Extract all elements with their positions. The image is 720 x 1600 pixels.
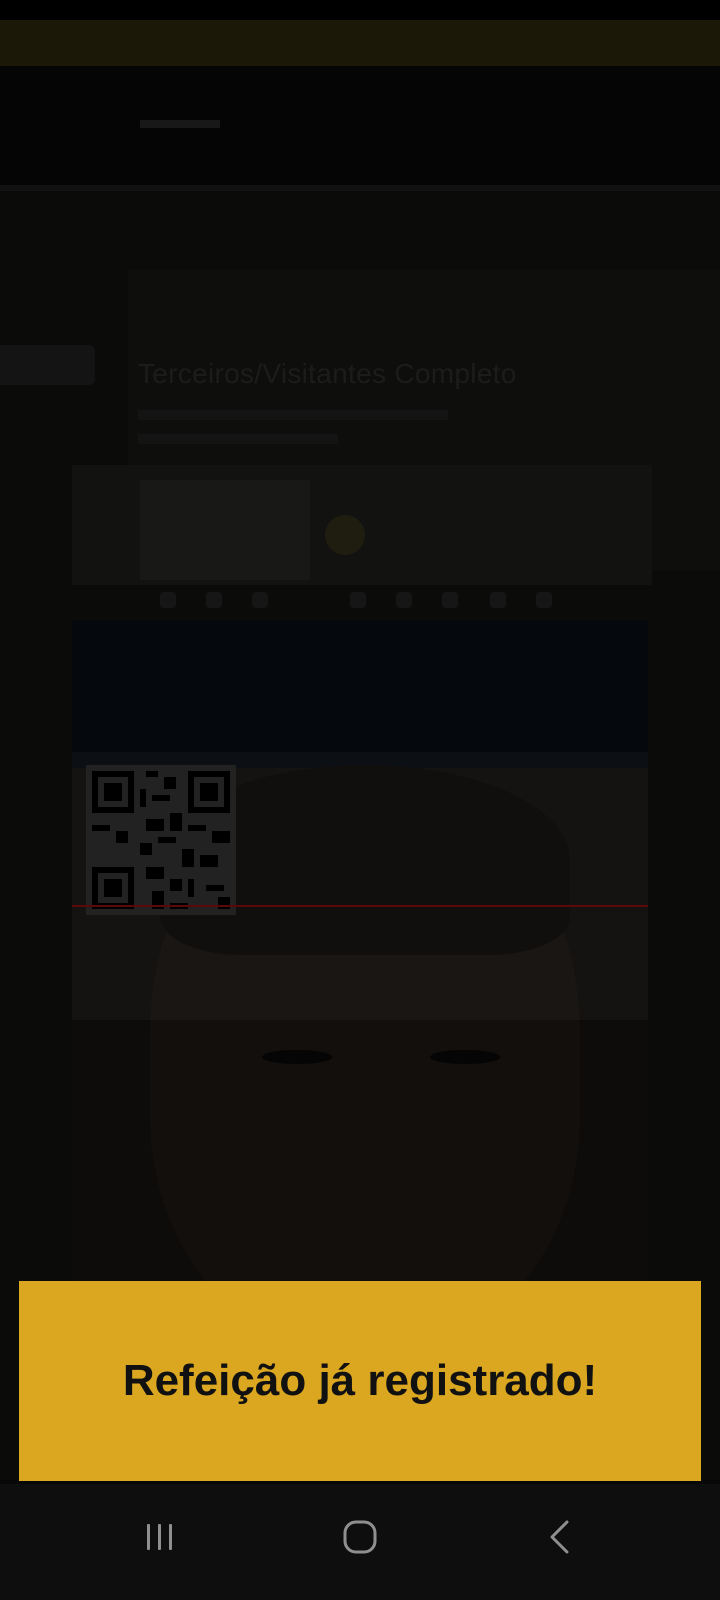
camera-preview: Terceiros/Visitantes Completo [0, 20, 720, 1480]
feed-avatar [325, 515, 365, 555]
status-bar [0, 0, 720, 20]
feed-header-band [0, 66, 720, 188]
feed-top-strip [0, 20, 720, 66]
feed-blur-mark [140, 120, 220, 128]
feed-ghost-line [138, 434, 338, 444]
recent-apps-icon [143, 1522, 177, 1557]
feed-ghost-title: Terceiros/Visitantes Completo [138, 358, 517, 389]
feed-toolbar [160, 592, 560, 608]
feed-divider [0, 185, 720, 191]
alert-message: Refeição já registrado! [122, 1356, 598, 1405]
feed-ghost-line [138, 410, 448, 420]
back-icon [545, 1519, 575, 1560]
feed-eye [430, 1050, 500, 1064]
navigation-bar [0, 1484, 720, 1600]
alert-banner: Refeição já registrado! [19, 1281, 701, 1481]
feed-blue-block [72, 620, 648, 768]
home-button[interactable] [320, 1504, 400, 1574]
scanner-screen: Terceiros/Visitantes Completo Refeição j… [0, 0, 720, 1600]
feed-card-inner [140, 480, 310, 580]
qr-code-icon [86, 765, 236, 915]
feed-eye [262, 1050, 332, 1064]
scan-line [72, 905, 648, 907]
home-icon [342, 1519, 378, 1560]
feed-sidebar-block [0, 345, 95, 385]
back-button[interactable] [520, 1504, 600, 1574]
recent-apps-button[interactable] [120, 1504, 200, 1574]
